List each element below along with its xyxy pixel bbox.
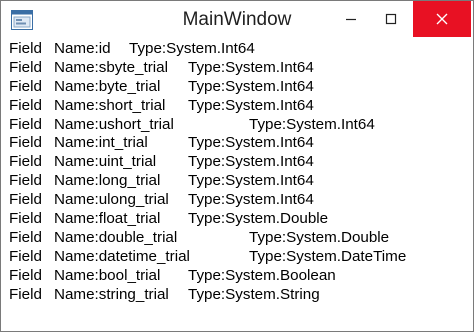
- field-name-label: Name:int_trial: [54, 134, 148, 152]
- field-kind-label: Field: [9, 210, 42, 228]
- field-name-label: Name:ushort_trial: [54, 115, 174, 133]
- field-kind-label: Field: [9, 58, 42, 76]
- field-row: Field Name:bool_trial Type:System.Boolean: [9, 267, 469, 286]
- field-kind-label: Field: [9, 96, 42, 114]
- field-row: Field Name:sbyte_trial Type:System.Int64: [9, 59, 469, 78]
- field-name-label: Name:bool_trial: [54, 266, 161, 284]
- field-type-label: Type:System.Int64: [188, 134, 314, 152]
- field-kind-label: Field: [9, 247, 42, 265]
- minimize-button[interactable]: [331, 1, 371, 37]
- field-name-label: Name:uint_trial: [54, 153, 157, 171]
- main-window: MainWindow Field Name:id Type:System.Int64…: [0, 0, 474, 332]
- field-name-label: Name:string_trial: [54, 285, 169, 303]
- field-type-label: Type:System.DateTime: [249, 247, 407, 265]
- field-kind-label: Field: [9, 77, 42, 95]
- field-kind-label: Field: [9, 228, 42, 246]
- field-kind-label: Field: [9, 172, 42, 190]
- maximize-icon: [385, 13, 397, 25]
- field-type-label: Type:System.Int64: [188, 153, 314, 171]
- field-name-label: Name:long_trial: [54, 172, 161, 190]
- field-kind-label: Field: [9, 191, 42, 209]
- field-name-label: Name:byte_trial: [54, 77, 161, 95]
- field-type-label: Type:System.Int64: [188, 191, 314, 209]
- field-row: Field Name:float_trial Type:System.Double: [9, 210, 469, 229]
- field-row: Field Name:ulong_trial Type:System.Int64: [9, 191, 469, 210]
- field-type-label: Type:System.String: [188, 285, 320, 303]
- field-row: Field Name:double_trial Type:System.Double: [9, 229, 469, 248]
- field-name-label: Name:double_trial: [54, 228, 178, 246]
- field-kind-label: Field: [9, 40, 42, 57]
- field-name-label: Name:id: [54, 40, 111, 57]
- field-type-label: Type:System.Int64: [188, 172, 314, 190]
- field-name-label: Name:ulong_trial: [54, 191, 169, 209]
- field-row: Field Name:long_trial Type:System.Int64: [9, 172, 469, 191]
- maximize-button[interactable]: [371, 1, 411, 37]
- field-type-label: Type:System.Int64: [188, 96, 314, 114]
- field-kind-label: Field: [9, 153, 42, 171]
- field-row: Field Name:ushort_trial Type:System.Int64: [9, 116, 469, 135]
- field-row: Field Name:short_trial Type:System.Int64: [9, 97, 469, 116]
- field-kind-label: Field: [9, 266, 42, 284]
- field-type-label: Type:System.Int64: [129, 40, 255, 57]
- minimize-icon: [346, 18, 356, 21]
- close-icon: [436, 13, 448, 25]
- field-type-label: Type:System.Int64: [249, 115, 375, 133]
- field-kind-label: Field: [9, 115, 42, 133]
- field-name-label: Name:short_trial: [54, 96, 166, 114]
- field-row: Field Name:datetime_trial Type:System.Date…: [9, 248, 469, 267]
- field-row: Field Name:string_trial Type:System.String: [9, 286, 469, 305]
- field-type-label: Type:System.Double: [249, 228, 390, 246]
- field-row: Field Name:byte_trial Type:System.Int64: [9, 78, 469, 97]
- field-type-label: Type:System.Int64: [188, 58, 314, 76]
- field-type-label: Type:System.Double: [188, 210, 329, 228]
- field-name-label: Name:datetime_trial: [54, 247, 190, 265]
- field-kind-label: Field: [9, 134, 42, 152]
- title-bar[interactable]: MainWindow: [1, 1, 473, 37]
- close-button[interactable]: [413, 1, 471, 37]
- field-row: Field Name:id Type:System.Int64: [9, 40, 469, 59]
- field-type-label: Type:System.Boolean: [188, 266, 336, 284]
- field-row: Field Name:uint_trial Type:System.Int64: [9, 153, 469, 172]
- window-content: Field Name:id Type:System.Int64 Field Name:s…: [1, 37, 473, 331]
- field-kind-label: Field: [9, 285, 42, 303]
- field-name-label: Name:float_trial: [54, 210, 161, 228]
- field-name-label: Name:sbyte_trial: [54, 58, 168, 76]
- field-list: Field Name:id Type:System.Int64 Field Name:s…: [9, 40, 469, 304]
- field-row: Field Name:int_trial Type:System.Int64: [9, 134, 469, 153]
- field-type-label: Type:System.Int64: [188, 77, 314, 95]
